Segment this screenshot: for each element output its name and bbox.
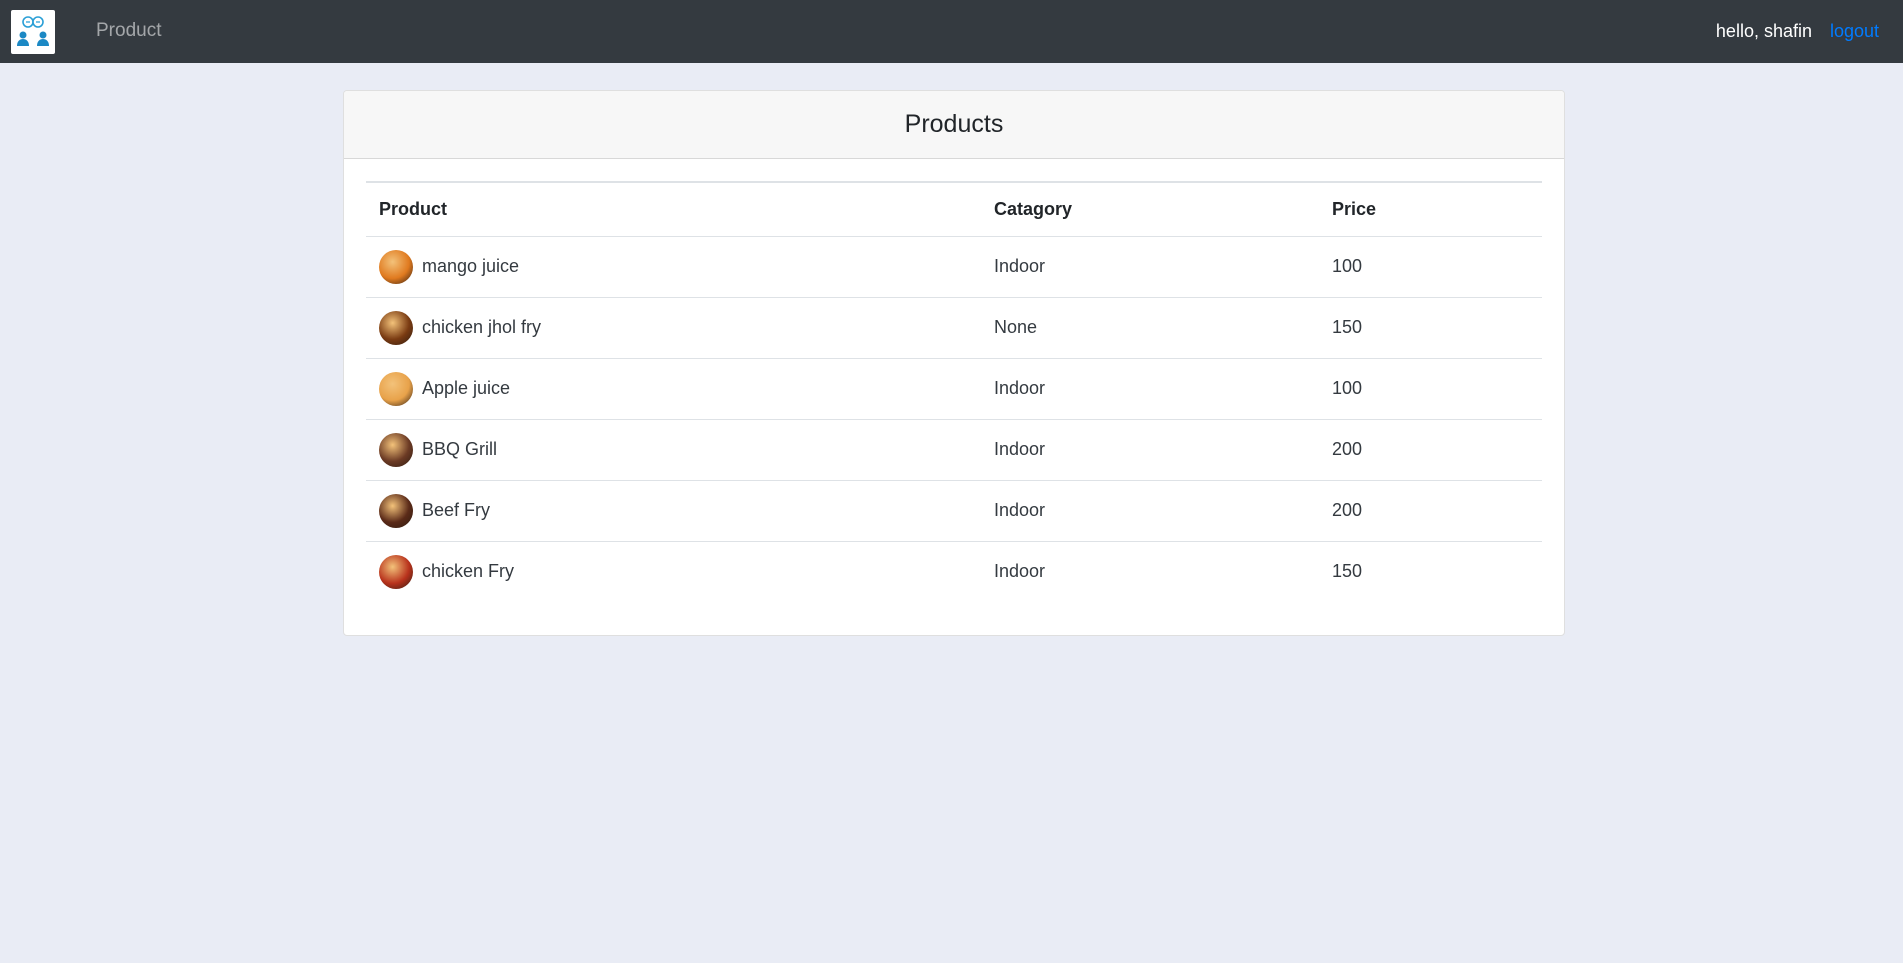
price-cell: 100: [1319, 357, 1542, 419]
table-row: Apple juice Indoor 100: [366, 357, 1542, 419]
category-cell: Indoor: [981, 540, 1319, 602]
product-cell: Apple juice: [366, 357, 981, 419]
products-table-wrap: Product Catagory Price mango juice Indoo…: [366, 181, 1542, 602]
table-row: BBQ Grill Indoor 200: [366, 418, 1542, 480]
products-table: Product Catagory Price mango juice Indoo…: [366, 181, 1542, 602]
team-chat-logo-icon: [17, 16, 49, 46]
table-header-row: Product Catagory Price: [366, 181, 1542, 237]
logout-link[interactable]: logout: [1830, 21, 1879, 42]
price-cell: 200: [1319, 479, 1542, 541]
page-title: Products: [904, 110, 1004, 138]
card-header: Products: [344, 91, 1564, 159]
table-row: chicken Fry Indoor 150: [366, 540, 1542, 602]
product-name: Beef Fry: [422, 500, 491, 520]
product-name: mango juice: [422, 256, 520, 276]
product-thumbnail: [379, 554, 413, 589]
product-thumbnail: [379, 310, 413, 345]
category-cell: None: [981, 296, 1319, 358]
header-category: Catagory: [981, 181, 1319, 237]
product-cell: chicken jhol fry: [366, 296, 981, 358]
price-cell: 150: [1319, 296, 1542, 358]
product-cell: BBQ Grill: [366, 418, 981, 480]
product-thumbnail: [379, 493, 413, 528]
user-greeting: hello, shafin: [1715, 21, 1812, 41]
product-thumbnail: [379, 249, 413, 284]
product-name: Apple juice: [422, 378, 511, 398]
product-thumbnail: [379, 371, 413, 406]
product-name: chicken jhol fry: [422, 317, 542, 337]
header-product: Product: [366, 181, 981, 237]
header-price: Price: [1319, 181, 1542, 237]
product-cell: mango juice: [366, 236, 981, 297]
products-card: Products Product Catagory Price mango ju…: [343, 90, 1565, 636]
table-row: chicken jhol fry None 150: [366, 296, 1542, 358]
nav-link-product[interactable]: Product: [96, 20, 161, 42]
table-row: Beef Fry Indoor 200: [366, 479, 1542, 541]
price-cell: 150: [1319, 540, 1542, 602]
product-cell: Beef Fry: [366, 479, 981, 541]
product-name: BBQ Grill: [422, 439, 498, 459]
table-row: mango juice Indoor 100: [366, 236, 1542, 297]
price-cell: 200: [1319, 418, 1542, 480]
brand-logo[interactable]: [11, 10, 55, 54]
category-cell: Indoor: [994, 256, 1046, 276]
product-thumbnail: [379, 432, 413, 467]
price-cell: 100: [1332, 256, 1363, 276]
product-name: chicken Fry: [422, 561, 515, 582]
category-cell: Indoor: [981, 357, 1319, 419]
category-cell: Indoor: [981, 418, 1319, 480]
category-cell: Indoor: [981, 479, 1319, 541]
top-navbar: Product hello, shafin logout: [0, 0, 1903, 63]
product-cell: chicken Fry: [366, 540, 981, 602]
